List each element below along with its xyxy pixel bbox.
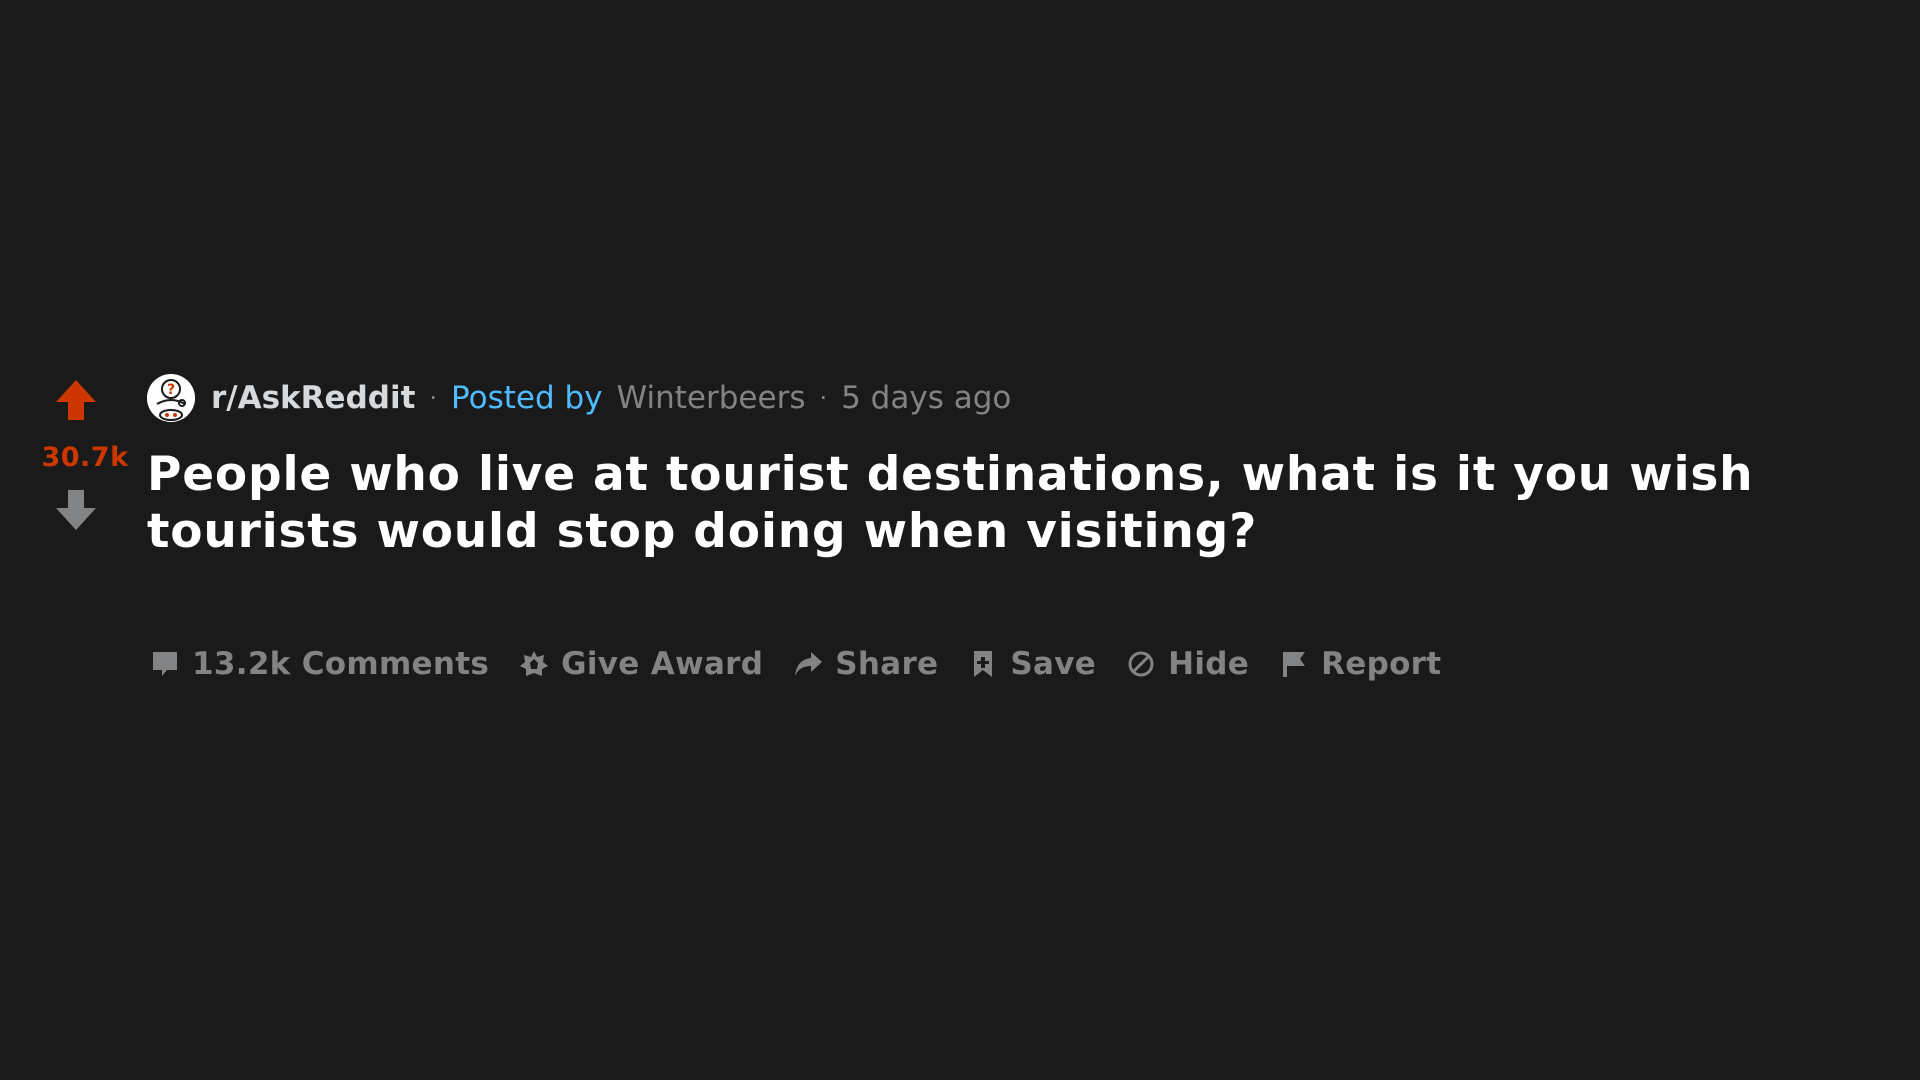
post-card: 30.7k ? r/AskReddit · Posted by Winterbe…: [0, 0, 1920, 1080]
comments-button[interactable]: 13.2k Comments: [150, 646, 489, 682]
upvote-arrow-icon[interactable]: [54, 378, 98, 422]
post-meta: ? r/AskReddit · Posted by Winterbeers · …: [147, 373, 1011, 423]
askreddit-avatar-icon[interactable]: ?: [147, 374, 195, 422]
report-label: Report: [1321, 646, 1442, 682]
flag-icon: [1283, 652, 1306, 677]
hide-button[interactable]: Hide: [1126, 646, 1249, 682]
meta-separator: ·: [819, 384, 828, 412]
svg-text:?: ?: [167, 382, 175, 398]
bookmark-icon: [974, 651, 993, 677]
meta-separator: ·: [429, 384, 438, 412]
author-link[interactable]: Winterbeers: [617, 380, 806, 416]
comment-icon: [153, 652, 177, 676]
give-award-label: Give Award: [561, 646, 764, 682]
give-award-button[interactable]: Give Award: [519, 646, 763, 682]
post-action-bar: 13.2k Comments Give Award Share Save Hid…: [150, 638, 1471, 690]
subreddit-link[interactable]: r/AskReddit: [211, 380, 415, 416]
share-label: Share: [835, 646, 939, 682]
posted-by-label: Posted by: [451, 380, 603, 416]
vote-count: 30.7k: [41, 442, 129, 473]
save-label: Save: [1010, 646, 1097, 682]
post-title[interactable]: People who live at tourist destinations,…: [147, 446, 1847, 560]
downvote-arrow-icon[interactable]: [54, 488, 98, 532]
share-button[interactable]: Share: [793, 646, 938, 682]
hide-label: Hide: [1168, 646, 1250, 682]
vote-column: 30.7k: [36, 378, 134, 538]
share-icon: [795, 652, 823, 676]
hide-icon: [1128, 651, 1154, 677]
award-icon: [520, 651, 549, 676]
comments-label: 13.2k Comments: [192, 646, 490, 682]
report-button[interactable]: Report: [1279, 646, 1441, 682]
post-timestamp: 5 days ago: [841, 380, 1012, 416]
save-button[interactable]: Save: [968, 646, 1096, 682]
